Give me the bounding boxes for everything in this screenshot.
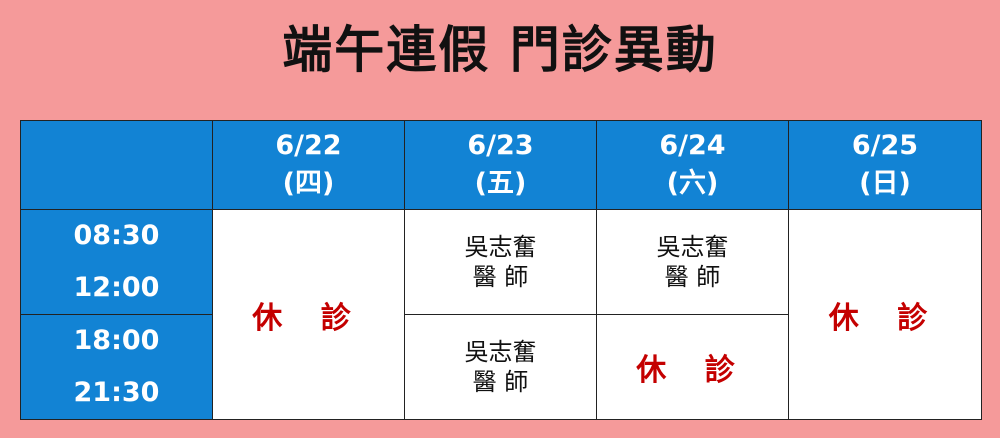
doctor-title: 醫 師	[472, 368, 529, 396]
cell-0624-evening-closed: 休 診	[596, 314, 789, 420]
header-row: 6/22 (四) 6/23 (五) 6/24 (六) 6/25 (日)	[20, 120, 982, 210]
cell-0622-closed: 休 診	[212, 209, 405, 420]
closed-label: 休 診	[828, 300, 942, 336]
date-header-0625: 6/25 (日)	[788, 120, 982, 210]
weekday-label: (日)	[859, 168, 911, 199]
doctor-title: 醫 師	[664, 263, 721, 291]
date-label: 6/24	[659, 130, 726, 161]
weekday-label: (六)	[666, 168, 719, 199]
time-end: 12:00	[73, 272, 160, 303]
time-end: 21:30	[73, 377, 160, 408]
doctor-title: 醫 師	[472, 263, 529, 291]
schedule-table: 6/22 (四) 6/23 (五) 6/24 (六) 6/25 (日) 08:3…	[20, 120, 982, 420]
doctor-name: 吳志奮	[464, 233, 537, 261]
date-header-0622: 6/22 (四)	[212, 120, 405, 210]
cell-0623-evening: 吳志奮 醫 師	[404, 314, 597, 420]
weekday-label: (四)	[282, 168, 335, 199]
closed-label: 休 診	[252, 300, 365, 336]
time-start: 08:30	[73, 220, 160, 251]
date-label: 6/25	[851, 130, 919, 161]
time-start: 18:00	[73, 325, 160, 356]
doctor-name: 吳志奮	[656, 233, 729, 261]
cell-0625-closed: 休 診	[788, 209, 982, 420]
evening-time-cell: 18:00 21:30	[20, 314, 213, 420]
morning-time-cell: 08:30 12:00	[20, 209, 213, 315]
doctor-name: 吳志奮	[464, 338, 537, 366]
date-header-0624: 6/24 (六)	[596, 120, 789, 210]
corner-cell	[20, 120, 213, 210]
morning-row: 08:30 12:00 休 診 吳志奮 醫 師 吳志奮 醫 師 休 診	[20, 209, 982, 420]
date-label: 6/23	[467, 130, 534, 161]
closed-label: 休 診	[636, 353, 749, 388]
date-label: 6/22	[275, 130, 342, 161]
cell-0623-morning: 吳志奮 醫 師	[404, 209, 597, 315]
page-title: 端午連假 門診異動	[282, 21, 718, 79]
cell-0624-morning: 吳志奮 醫 師	[596, 209, 789, 315]
date-header-0623: 6/23 (五)	[404, 120, 597, 210]
weekday-label: (五)	[474, 168, 527, 199]
